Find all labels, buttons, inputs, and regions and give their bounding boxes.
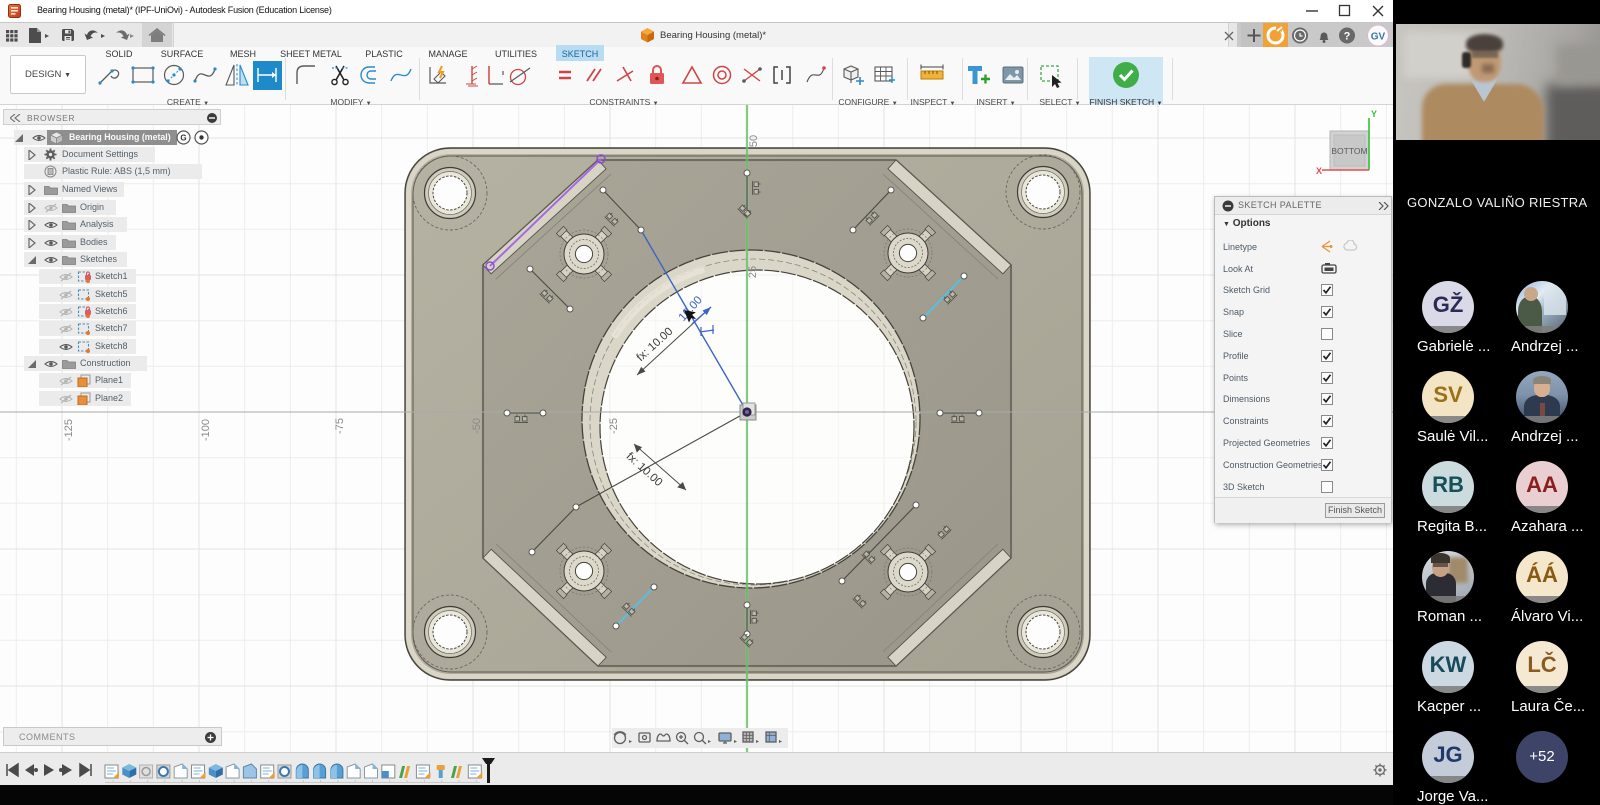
svg-text:?: ? bbox=[1344, 31, 1351, 43]
svg-text:G: G bbox=[180, 134, 186, 143]
svg-text:BOTTOM: BOTTOM bbox=[1331, 146, 1367, 156]
svg-text:GV: GV bbox=[1371, 32, 1386, 43]
svg-text:25: 25 bbox=[747, 266, 759, 278]
svg-text:Y: Y bbox=[1371, 109, 1377, 119]
svg-text:-50: -50 bbox=[471, 418, 483, 434]
svg-text:50: 50 bbox=[748, 135, 760, 147]
svg-text:-25: -25 bbox=[608, 418, 620, 434]
svg-text:X: X bbox=[1316, 166, 1322, 176]
